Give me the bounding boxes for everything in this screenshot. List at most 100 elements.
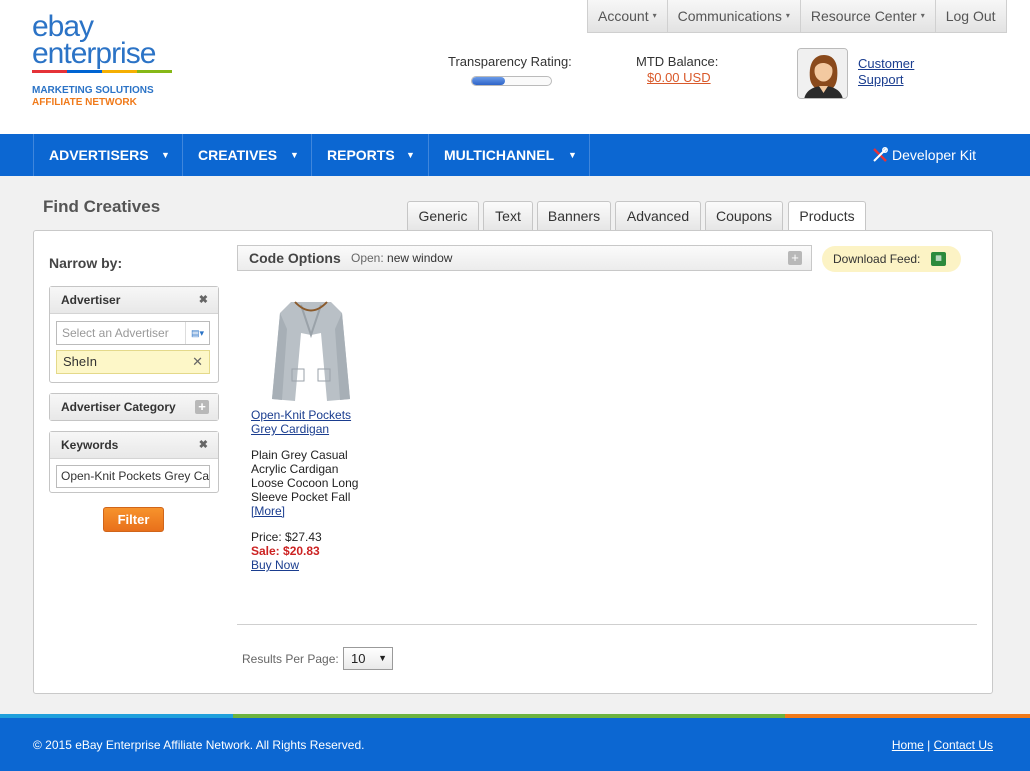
log-out-label: Log Out: [945, 8, 996, 24]
caret-down-icon: ▼: [161, 150, 170, 160]
code-options-bar[interactable]: Code Options Open: new window +: [237, 245, 812, 271]
footer-link-separator: |: [927, 738, 931, 752]
caret-down-icon: ▼: [378, 653, 387, 663]
download-feed-button[interactable]: Download Feed: ▦: [822, 246, 961, 272]
customer-support-line1[interactable]: Customer: [858, 56, 914, 71]
product-title-link[interactable]: Open-Knit Pockets Grey Cardigan: [251, 408, 351, 436]
customer-support-avatar[interactable]: [797, 48, 848, 99]
buy-now-link[interactable]: Buy Now: [251, 558, 299, 572]
transparency-rating-fill: [472, 77, 506, 85]
code-options-open-label: Open:: [351, 251, 384, 265]
advertiser-category-header[interactable]: Advertiser Category +: [50, 394, 218, 420]
nav-advertisers[interactable]: ADVERTISERS ▼: [33, 134, 182, 176]
home-link[interactable]: Home: [892, 738, 924, 752]
advertiser-category-box[interactable]: Advertiser Category +: [49, 393, 219, 421]
resource-center-menu[interactable]: Resource Center ▾: [801, 0, 936, 32]
ebay-enterprise-logo[interactable]: ebay enterprise MARKETING SOLUTIONS AFFI…: [32, 12, 182, 109]
product-description-line: Sleeve Pocket Fall: [251, 490, 351, 504]
advertiser-select-input[interactable]: Select an Advertiser ▤▾: [56, 321, 210, 345]
caret-down-icon: ▼: [568, 150, 577, 160]
customer-support-link[interactable]: Customer Support: [858, 56, 914, 88]
selected-advertiser-label: SheIn: [63, 354, 97, 369]
keywords-filter-header: Keywords ✖: [50, 432, 218, 459]
developer-kit-link[interactable]: Developer Kit: [872, 134, 976, 176]
transparency-rating-bar: [471, 76, 552, 86]
account-menu[interactable]: Account ▾: [588, 0, 668, 32]
top-menu: Account ▾ Communications ▾ Resource Cent…: [587, 0, 1007, 33]
expand-icon[interactable]: +: [195, 400, 209, 414]
results-divider: [237, 624, 977, 625]
communications-menu[interactable]: Communications ▾: [668, 0, 801, 32]
tools-icon: [873, 147, 888, 162]
code-options-open-value: new window: [387, 251, 453, 265]
nav-reports[interactable]: REPORTS ▼: [311, 134, 428, 176]
code-options-title: Code Options: [249, 250, 341, 266]
tab-text[interactable]: Text: [483, 201, 533, 230]
developer-kit-label: Developer Kit: [892, 147, 977, 163]
product-description-line: Acrylic Cardigan: [251, 462, 339, 476]
footer-links: Home | Contact Us: [892, 738, 993, 752]
keywords-filter-box: Keywords ✖ Open-Knit Pockets Grey Cardig…: [49, 431, 219, 493]
filter-button[interactable]: Filter: [103, 507, 164, 532]
communications-menu-label: Communications: [677, 8, 782, 24]
nav-reports-label: REPORTS: [327, 147, 395, 163]
logo-color-bars: [32, 70, 172, 73]
code-options-open: Open: new window: [351, 246, 452, 270]
advertiser-select-placeholder: Select an Advertiser: [62, 326, 169, 340]
page-title: Find Creatives: [43, 197, 161, 216]
tab-coupons[interactable]: Coupons: [705, 201, 783, 230]
caret-down-icon: ▼: [290, 150, 299, 160]
list-dropdown-icon[interactable]: ▤▾: [185, 322, 209, 344]
product-more-link[interactable]: [More]: [251, 504, 285, 518]
mtd-balance-value[interactable]: $0.00 USD: [647, 70, 711, 85]
expand-icon[interactable]: +: [788, 251, 802, 265]
keywords-filter-title: Keywords: [61, 438, 119, 452]
advertiser-category-title: Advertiser Category: [61, 400, 176, 414]
caret-down-icon: ▼: [406, 150, 415, 160]
remove-icon[interactable]: ✕: [192, 351, 203, 373]
logo-line2: enterprise: [32, 37, 156, 70]
logo-tagline-affiliate: AFFILIATE NETWORK: [32, 97, 137, 108]
product-description-line: Loose Cocoon Long: [251, 476, 359, 490]
selected-advertiser-chip: SheIn ✕: [56, 350, 210, 374]
footer: © 2015 eBay Enterprise Affiliate Network…: [0, 718, 1030, 771]
close-icon[interactable]: ✖: [199, 287, 208, 314]
header: ebay enterprise MARKETING SOLUTIONS AFFI…: [0, 0, 1030, 134]
tab-products[interactable]: Products: [788, 201, 866, 232]
nav-creatives[interactable]: CREATIVES ▼: [182, 134, 311, 176]
customer-support-line2[interactable]: Support: [858, 72, 904, 87]
results-per-page-value: 10: [351, 651, 366, 666]
product-description-line: Plain Grey Casual: [251, 448, 348, 462]
tab-advanced[interactable]: Advanced: [615, 201, 701, 230]
narrow-by-heading: Narrow by:: [49, 255, 123, 271]
advertiser-filter-header: Advertiser ✖: [50, 287, 218, 314]
nav-multichannel-label: MULTICHANNEL: [444, 147, 555, 163]
nav-advertisers-label: ADVERTISERS: [49, 147, 149, 163]
advertiser-filter-title: Advertiser: [61, 293, 121, 307]
nav-creatives-label: CREATIVES: [198, 147, 278, 163]
close-icon[interactable]: ✖: [199, 432, 208, 459]
product-description: Plain Grey Casual Acrylic Cardigan Loose…: [251, 448, 371, 504]
tab-banners[interactable]: Banners: [537, 201, 611, 230]
product-sale-price: Sale: $20.83: [251, 544, 320, 558]
product-title-line1[interactable]: Open-Knit Pockets: [251, 408, 351, 422]
transparency-rating-label: Transparency Rating:: [448, 54, 572, 69]
copyright-text: © 2015 eBay Enterprise Affiliate Network…: [33, 738, 365, 752]
results-per-page-select[interactable]: 10 ▼: [343, 647, 393, 670]
mtd-balance-label: MTD Balance:: [636, 54, 719, 69]
tab-generic[interactable]: Generic: [407, 201, 479, 230]
caret-down-icon: ▾: [652, 11, 657, 20]
account-menu-label: Account: [598, 8, 649, 24]
product-price: Price: $27.43: [251, 530, 322, 544]
log-out-link[interactable]: Log Out: [936, 0, 1006, 32]
contact-us-link[interactable]: Contact Us: [934, 738, 993, 752]
product-image[interactable]: [251, 299, 371, 405]
caret-down-icon: ▾: [920, 11, 925, 20]
support-agent-icon: [798, 49, 847, 98]
keywords-input[interactable]: Open-Knit Pockets Grey Cardigan: [56, 465, 210, 488]
caret-down-icon: ▾: [785, 11, 790, 20]
product-title-line2[interactable]: Grey Cardigan: [251, 422, 329, 436]
download-feed-label: Download Feed:: [833, 252, 921, 266]
nav-multichannel[interactable]: MULTICHANNEL ▼: [428, 134, 590, 176]
advertiser-filter-box: Advertiser ✖ Select an Advertiser ▤▾ She…: [49, 286, 219, 383]
